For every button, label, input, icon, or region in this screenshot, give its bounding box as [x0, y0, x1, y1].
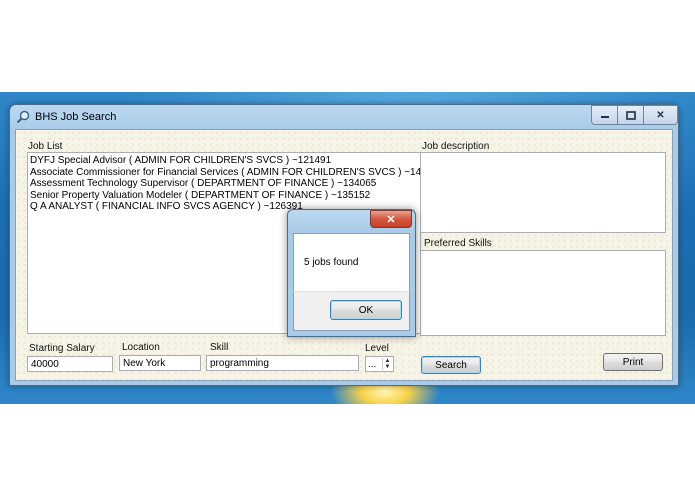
dialog-message: 5 jobs found: [304, 257, 359, 268]
location-input[interactable]: New York: [119, 355, 201, 371]
preferred-skills-label: Preferred Skills: [424, 238, 492, 249]
level-value: ...: [368, 359, 377, 370]
skill-input[interactable]: programming: [206, 355, 359, 371]
job-list-item[interactable]: DYFJ Special Advisor ( ADMIN FOR CHILDRE…: [28, 155, 420, 167]
minimize-button[interactable]: [591, 105, 618, 125]
starting-salary-label: Starting Salary: [29, 343, 95, 354]
dialog-footer: OK: [293, 291, 410, 331]
level-label: Level: [365, 343, 389, 354]
print-button[interactable]: Print: [603, 353, 663, 371]
preferred-skills-field[interactable]: [420, 250, 666, 336]
ok-button[interactable]: OK: [330, 300, 402, 320]
dialog-close-button[interactable]: ✕: [370, 210, 412, 228]
close-button[interactable]: ✕: [643, 105, 678, 125]
starting-salary-input[interactable]: 40000: [27, 356, 113, 372]
job-list-item[interactable]: Associate Commissioner for Financial Ser…: [28, 167, 443, 179]
close-icon: ✕: [386, 213, 396, 226]
job-description-field[interactable]: [420, 152, 666, 233]
message-dialog: ✕ 5 jobs found OK: [287, 209, 416, 337]
spinner-arrows-icon[interactable]: ▲ ▼: [382, 358, 392, 370]
window-title: BHS Job Search: [35, 111, 117, 123]
job-description-label: Job description: [422, 141, 490, 152]
maximize-button[interactable]: [617, 105, 644, 125]
dialog-body: 5 jobs found: [293, 233, 410, 292]
job-list-item[interactable]: Assessment Technology Supervisor ( DEPAR…: [28, 178, 420, 190]
level-stepper[interactable]: ... ▲ ▼: [365, 356, 394, 372]
maximize-icon: [625, 110, 636, 120]
skill-label: Skill: [210, 342, 229, 353]
search-button[interactable]: Search: [421, 356, 481, 374]
close-icon: ✕: [656, 109, 665, 121]
job-list-label: Job List: [28, 141, 63, 152]
job-list-item[interactable]: Senior Property Valuation Modeler ( DEPA…: [28, 190, 420, 202]
location-label: Location: [122, 342, 160, 353]
magnifier-icon: [16, 110, 30, 124]
minimize-icon: [600, 116, 609, 118]
